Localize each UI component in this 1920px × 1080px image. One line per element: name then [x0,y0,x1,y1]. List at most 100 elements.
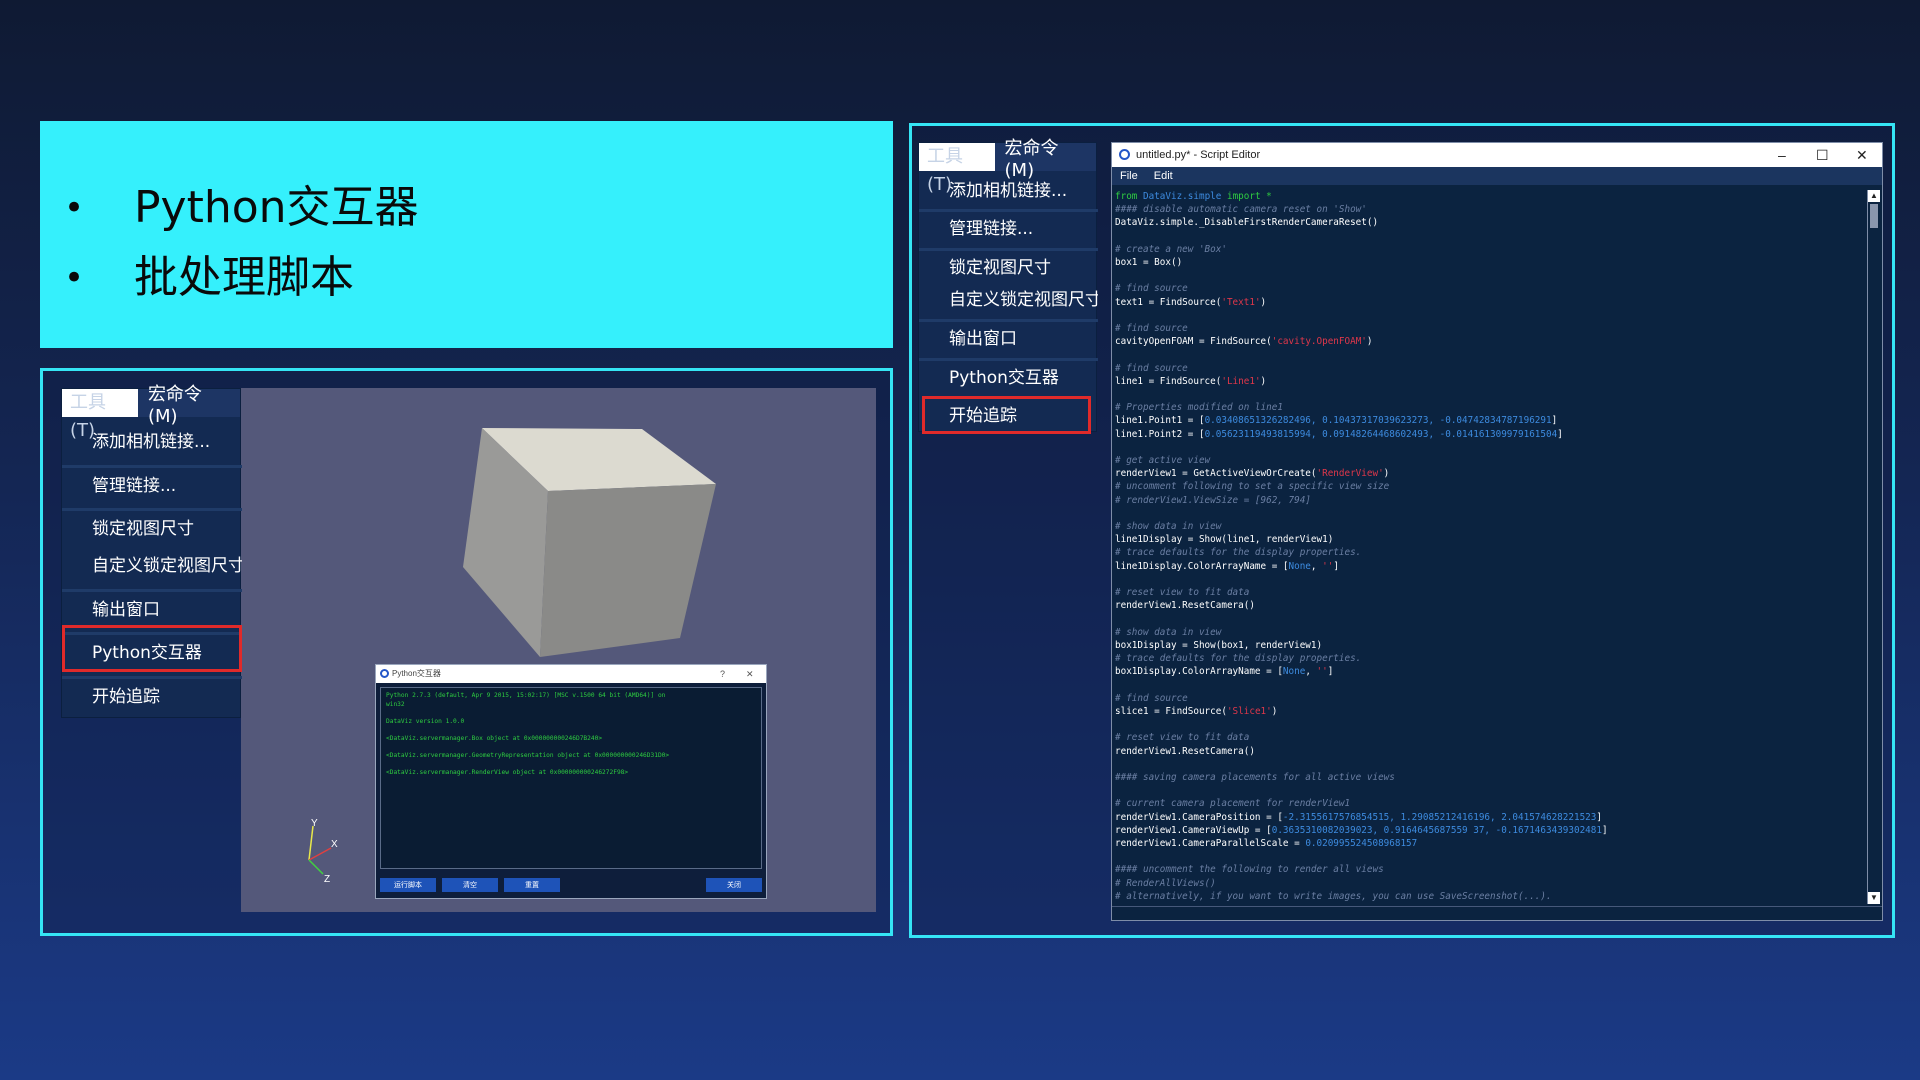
maximize-icon[interactable]: ☐ [1816,143,1829,167]
menu-item-output-window[interactable]: 输出窗口 [62,595,242,625]
editor-menu-bar: File Edit [1112,167,1882,185]
bullet-item-batch-script: • 批处理脚本 [54,243,893,313]
menu-item-python-shell[interactable]: Python交互器 [919,363,1098,393]
code-token: DataViz.simple._DisableFirstRenderCamera… [1115,217,1379,229]
console-line: <DataViz.servermanager.RenderView object… [386,768,629,776]
code-token: line1Display.ColorArrayName = [ [1115,560,1289,572]
menu-tab-tools[interactable]: 工具(T) [62,389,138,441]
minimize-icon[interactable]: – [1778,143,1786,167]
code-editor-text[interactable]: from DataViz.simple import * #### disable… [1115,190,1866,903]
menu-bar: 工具(T) 宏命令(M) [919,138,1096,195]
code-token: # create a new 'Box' [1115,243,1227,255]
menu-tab-macros[interactable]: 宏命令(M) [995,134,1096,181]
scroll-down-icon[interactable]: ▼ [1868,892,1880,904]
clear-button[interactable]: 清空 [442,878,498,892]
code-token: line1.Point2 = [ [1115,428,1205,440]
code-line: # RenderAllViews() [1115,877,1866,890]
bullet-dot-icon: • [64,188,85,228]
menu-separator [62,589,242,592]
code-line: # trace defaults for the display propert… [1115,652,1866,665]
close-button[interactable]: 关闭 [706,878,762,892]
app-logo-icon [380,669,389,678]
menu-item-output-window[interactable]: 输出窗口 [919,324,1098,354]
code-token: ] [1333,560,1339,572]
code-token: '' [1322,560,1334,572]
console-line: DataViz version 1.0.0 [386,717,465,725]
code-token: ) [1260,375,1267,387]
code-token: ) [1271,705,1278,717]
bullet-panel: • Python交互器 • 批处理脚本 [40,121,893,348]
menu-item-add-camera-link[interactable]: 添加相机链接... [919,176,1098,206]
code-token: 0.3635310082039023, 0.9164645687559 37, … [1271,824,1602,836]
menu-item-start-trace[interactable]: 开始追踪 [62,682,242,712]
code-token: renderView1.ResetCamera() [1115,600,1255,612]
menu-separator [919,248,1098,251]
menu-item-manage-links[interactable]: 管理链接... [62,471,242,501]
code-token: 'Slice1' [1226,705,1272,717]
menu-item-lock-view-size[interactable]: 锁定视图尺寸 [919,253,1098,283]
menu-separator [919,319,1098,322]
code-token: # get active view [1115,455,1211,467]
reset-button[interactable]: 重置 [504,878,560,892]
console-line: <DataViz.servermanager.GeometryRepresent… [386,751,670,759]
python-console-output[interactable]: Python 2.7.3 (default, Apr 9 2015, 15:02… [380,687,762,869]
close-icon[interactable]: ✕ [746,665,754,683]
code-line: renderView1.CameraParallelScale = 0.0209… [1115,837,1866,850]
code-line: # renderView1.ViewSize = [962, 794] [1115,494,1866,507]
help-icon[interactable]: ? [720,665,725,683]
editor-title: untitled.py* - Script Editor [1136,149,1261,161]
menu-item-lock-view-size[interactable]: 锁定视图尺寸 [62,514,242,544]
code-token: line1Display = Show(line1, renderView1) [1115,534,1334,546]
code-token: #### disable automatic camera reset on '… [1115,204,1367,216]
vertical-scrollbar[interactable]: ▲ ▼ [1867,190,1880,904]
code-line: #### saving camera placements for all ac… [1115,771,1866,784]
code-line: line1Display = Show(line1, renderView1) [1115,533,1866,546]
menu-tab-tools[interactable]: 工具(T) [919,143,995,195]
bullet-text: 批处理脚本 [134,252,354,303]
python-shell-dialog: Python交互器 ? ✕ Python 2.7.3 (default, Apr… [375,664,767,899]
code-token: renderView1.CameraPosition = [ [1115,811,1283,823]
cube-front-face [540,484,716,657]
script-editor-window: untitled.py* - Script Editor – ☐ ✕ File … [1111,142,1883,921]
console-line: win32 [386,700,405,708]
menu-item-custom-lock-view-size[interactable]: 自定义锁定视图尺寸 [62,551,242,581]
code-token: # show data in view [1115,626,1222,638]
code-token: 'Text1' [1221,296,1261,308]
dialog-title-bar: Python交互器 ? ✕ [376,665,766,683]
code-token: # reset view to fit data [1115,732,1250,744]
code-token: from [1115,191,1143,202]
menu-separator [919,209,1098,212]
code-token: box1 = Box() [1115,257,1183,269]
code-token: renderView1.CameraParallelScale = [1115,837,1306,849]
highlight-python-shell [62,625,242,672]
code-token: ] [1327,666,1334,678]
close-icon[interactable]: ✕ [1856,143,1868,167]
menu-item-add-camera-link[interactable]: 添加相机链接... [62,427,242,457]
menu-file[interactable]: File [1120,167,1138,185]
code-line: slice1 = FindSource('Slice1') [1115,705,1866,718]
bullet-list: • Python交互器 • 批处理脚本 [40,121,893,313]
scroll-thumb[interactable] [1870,204,1878,228]
code-token: # uncomment following to set a specific … [1115,481,1390,493]
axis-z-line [308,859,324,875]
scroll-up-icon[interactable]: ▲ [1868,190,1880,202]
app-logo-icon [1119,149,1130,160]
menu-item-manage-links[interactable]: 管理链接... [919,214,1098,244]
code-token: # RenderAllViews() [1115,877,1216,889]
menu-edit[interactable]: Edit [1154,167,1173,185]
menu-item-custom-lock-view-size[interactable]: 自定义锁定视图尺寸 [919,285,1098,315]
menu-tab-macros[interactable]: 宏命令(M) [138,380,240,427]
code-line: # show data in view [1115,626,1866,639]
code-line: # alternatively, if you want to write im… [1115,890,1866,903]
code-token: #### saving camera placements for all ac… [1115,771,1395,783]
code-token: text1 = FindSource( [1115,296,1222,308]
run-script-button[interactable]: 运行脚本 [380,878,436,892]
code-line: # Properties modified on line1 [1115,401,1866,414]
code-line: line1.Point2 = [0.05623119493815994, 0.0… [1115,428,1866,441]
